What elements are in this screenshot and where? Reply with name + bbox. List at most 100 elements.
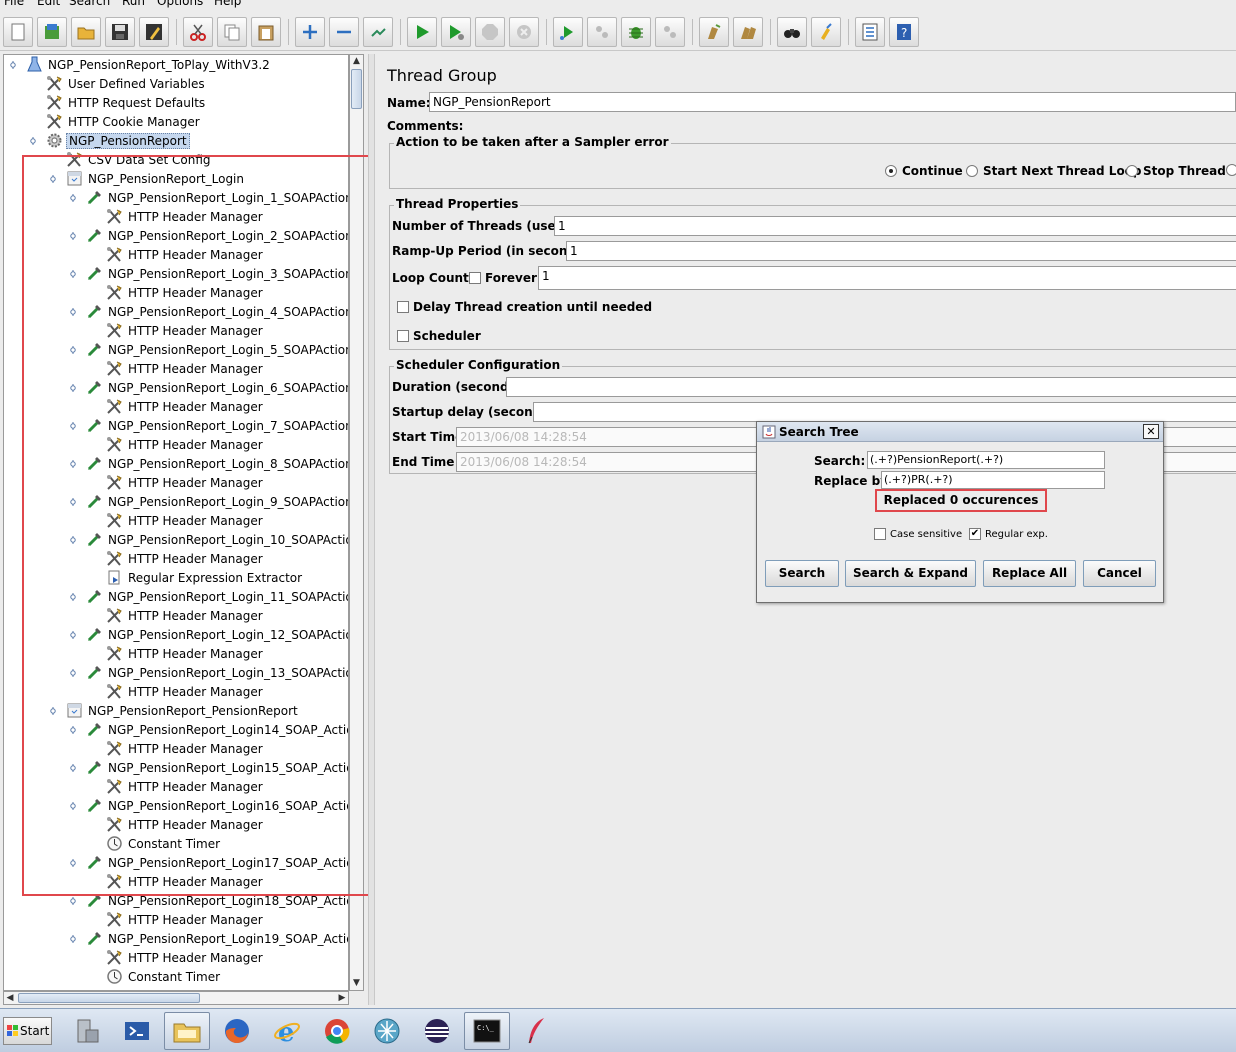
menu-run[interactable]: Run (122, 0, 145, 8)
sampler-error-title: Action to be taken after a Sampler error (394, 135, 671, 149)
remote-start-all-icon (629, 27, 643, 39)
paste-button[interactable] (251, 17, 281, 47)
scroll-up-icon[interactable]: ▲ (350, 55, 363, 68)
scroll-thumb[interactable] (351, 69, 362, 109)
replace-status: Replaced 0 occurences (875, 489, 1047, 512)
num-threads-label: Number of Threads (users): (392, 219, 580, 233)
tree-horizontal-scrollbar[interactable]: ◀ ▶ (3, 991, 349, 1005)
copy-button[interactable] (217, 17, 247, 47)
expand-button[interactable] (295, 17, 325, 47)
start-no-pauses-button[interactable] (441, 17, 471, 47)
cancel-button[interactable]: Cancel (1083, 560, 1156, 587)
collapse-icon (337, 30, 351, 34)
remote-start-all-button[interactable] (621, 17, 651, 47)
taskbar-jmeter[interactable] (514, 1012, 560, 1050)
menu-search[interactable]: Search (69, 0, 110, 8)
menu-help[interactable]: Help (214, 0, 241, 8)
reset-search-button[interactable] (811, 17, 841, 47)
menu-file[interactable]: File (4, 0, 24, 8)
start-label: Start (20, 1024, 50, 1038)
copy-icon (224, 24, 240, 41)
tree-expand-toggle-icon[interactable] (69, 935, 77, 943)
radio-continue[interactable]: Continue (885, 164, 963, 178)
search-button-dialog[interactable]: Search (765, 560, 839, 587)
clear-all-icon (741, 27, 756, 39)
shutdown-button[interactable] (509, 17, 539, 47)
replace-all-button[interactable]: Replace All (983, 560, 1076, 587)
function-helper-button[interactable] (855, 17, 885, 47)
scroll-right-icon[interactable]: ▶ (336, 992, 348, 1004)
tree-node[interactable]: NGP_PensionReport (46, 131, 190, 150)
close-icon[interactable]: ✕ (1143, 424, 1159, 439)
tree-node[interactable]: HTTP Cookie Manager (46, 112, 202, 131)
search-button[interactable] (777, 17, 807, 47)
scroll-down-icon[interactable]: ▼ (350, 977, 363, 990)
new-button[interactable] (3, 17, 33, 47)
save-button[interactable] (105, 17, 135, 47)
tree-node[interactable]: HTTP Request Defaults (46, 93, 207, 112)
case-sensitive-checkbox[interactable]: Case sensitive (874, 528, 962, 540)
save-as-button[interactable] (139, 17, 169, 47)
wrench-icon (47, 76, 62, 91)
wrench-icon (47, 95, 62, 110)
taskbar-firefox[interactable] (214, 1012, 260, 1050)
loop-count-field[interactable]: 1 (538, 266, 1236, 290)
toggle-button[interactable] (363, 17, 393, 47)
remote-start-button[interactable] (553, 17, 583, 47)
open-button[interactable] (71, 17, 101, 47)
remote-stop-button[interactable] (587, 17, 617, 47)
search-expand-button[interactable]: Search & Expand (845, 560, 976, 587)
taskbar-powershell[interactable] (114, 1012, 160, 1050)
tree-expand-toggle-icon[interactable] (9, 61, 17, 69)
search-input[interactable]: (.+?)PensionReport(.+?) (867, 451, 1105, 469)
scroll-left-icon[interactable]: ◀ (4, 992, 16, 1004)
templates-button[interactable] (37, 17, 67, 47)
clear-all-button[interactable] (733, 17, 763, 47)
taskbar-chrome[interactable] (314, 1012, 360, 1050)
help-button[interactable]: ? (889, 17, 919, 47)
taskbar-eclipse[interactable] (414, 1012, 460, 1050)
help-icon: ? (897, 24, 911, 40)
radio-start-next-loop[interactable]: Start Next Thread Loop (966, 164, 1142, 178)
radio-stop-test[interactable] (1226, 164, 1236, 176)
name-label: Name: (387, 96, 431, 110)
pane-splitter[interactable] (368, 54, 375, 1005)
taskbar-file-explorer[interactable] (164, 1012, 210, 1050)
regex-checkbox[interactable]: ✔ Regular exp. (969, 528, 1048, 540)
name-field[interactable]: NGP_PensionReport (429, 92, 1236, 112)
num-threads-field[interactable]: 1 (554, 216, 1236, 236)
menu-edit[interactable]: Edit (37, 0, 60, 8)
tree-node[interactable]: NGP_PensionReport_ToPlay_WithV3.2 (26, 55, 272, 74)
scroll-thumb[interactable] (18, 993, 200, 1003)
tree-node[interactable]: User Defined Variables (46, 74, 207, 93)
radio-stop-thread[interactable]: Stop Thread (1126, 164, 1226, 178)
replace-input[interactable]: (.+?)PR(.+?) (881, 471, 1105, 489)
tree-expand-toggle-icon[interactable] (29, 137, 37, 145)
taskbar-command-prompt[interactable]: C:\_ (464, 1012, 510, 1050)
forever-checkbox[interactable]: Forever (469, 271, 537, 285)
scheduler-checkbox[interactable]: Scheduler (397, 329, 481, 343)
remote-start-icon (560, 26, 573, 40)
tree-node[interactable]: Constant Timer (106, 967, 222, 986)
tree-node[interactable]: HTTP Header Manager (106, 948, 265, 967)
collapse-button[interactable] (329, 17, 359, 47)
duration-field[interactable] (506, 377, 1236, 397)
taskbar-network[interactable] (364, 1012, 410, 1050)
ramp-up-field[interactable]: 1 (566, 241, 1236, 261)
taskbar-server-manager[interactable] (64, 1012, 110, 1050)
tree-expand-toggle-icon[interactable] (69, 897, 77, 905)
stop-button[interactable] (475, 17, 505, 47)
cut-button[interactable] (183, 17, 213, 47)
start-button[interactable]: Start (3, 1017, 52, 1045)
menu-options[interactable]: Options (157, 0, 203, 8)
startup-delay-field[interactable] (533, 402, 1236, 422)
start-button[interactable] (407, 17, 437, 47)
clear-button[interactable] (699, 17, 729, 47)
dialog-title-bar[interactable]: Search Tree ✕ (757, 422, 1163, 442)
remote-stop-all-button[interactable] (655, 17, 685, 47)
file-explorer-icon (173, 1023, 201, 1043)
taskbar-internet-explorer[interactable]: e (264, 1012, 310, 1050)
tree-node[interactable]: HTTP Header Manager (106, 910, 265, 929)
delay-thread-checkbox[interactable]: Delay Thread creation until needed (397, 300, 652, 314)
tree-node[interactable]: NGP_PensionReport_Login19_SOAP_Action (86, 929, 348, 948)
